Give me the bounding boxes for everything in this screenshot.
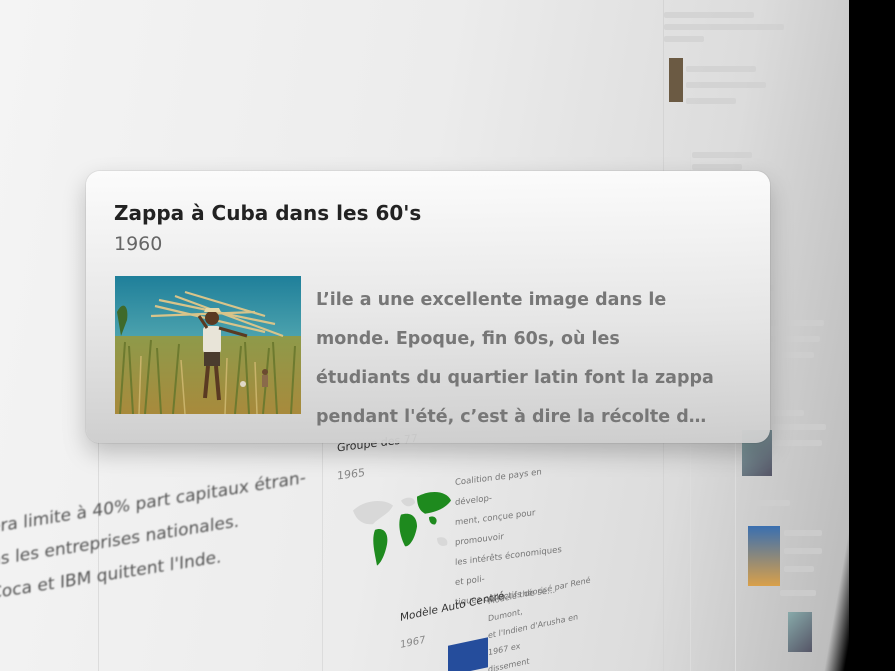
popover-year: 1960 — [114, 233, 163, 255]
event-thumbnail[interactable] — [748, 526, 780, 586]
popover-title: Zappa à Cuba dans les 60's — [114, 201, 422, 225]
screen-edge — [849, 0, 895, 671]
event-thumbnail[interactable] — [788, 612, 812, 652]
world-map-icon — [353, 491, 451, 566]
event-thumbnail — [448, 637, 488, 671]
foreground-event-text: era limite à 40% part capitaux étran- ns… — [0, 467, 306, 604]
popover-description: L’ile a une excellente image dans le mon… — [316, 290, 714, 427]
sugarcane-harvest-photo — [115, 276, 301, 414]
timeline-wall: Groupe des 77 1965 Coalition de pays en … — [0, 0, 895, 671]
timeline-divider — [322, 440, 323, 671]
event-thumbnail[interactable] — [669, 58, 683, 102]
event-popover[interactable]: Zappa à Cuba dans les 60's 1960 L’ile a … — [86, 171, 770, 443]
event-year: 1965 — [337, 466, 365, 483]
